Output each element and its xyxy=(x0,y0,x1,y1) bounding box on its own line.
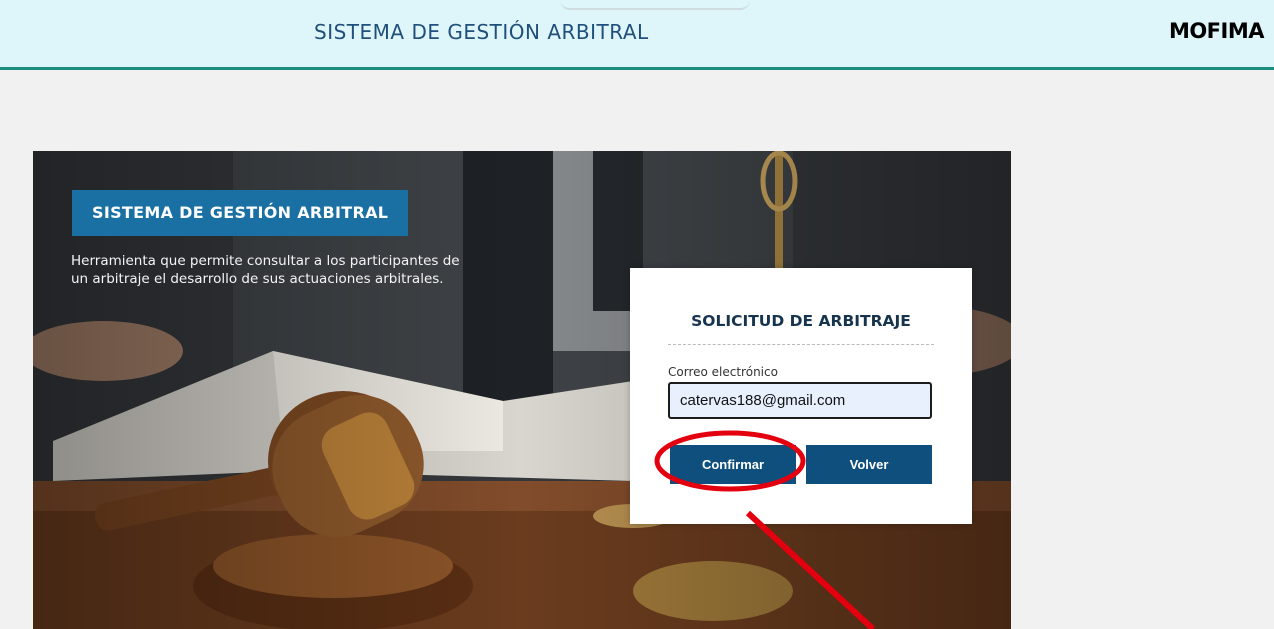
form-title: SOLICITUD DE ARBITRAJE xyxy=(691,312,911,330)
header-title: SISTEMA DE GESTIÓN ARBITRAL xyxy=(314,20,649,44)
arbitration-request-card: SOLICITUD DE ARBITRAJE Correo electrónic… xyxy=(630,268,972,524)
form-divider xyxy=(668,344,934,345)
confirm-button[interactable]: Confirmar xyxy=(670,445,796,484)
email-label: Correo electrónico xyxy=(668,365,778,379)
brand-logo-text[interactable]: MOFIMA xyxy=(1169,19,1265,43)
top-header-bar: SISTEMA DE GESTIÓN ARBITRAL MOFIMA xyxy=(0,0,1274,70)
hero-description: Herramienta que permite consultar a los … xyxy=(71,253,460,287)
email-field[interactable] xyxy=(668,382,932,419)
back-button[interactable]: Volver xyxy=(806,445,932,484)
hero-title-badge: SISTEMA DE GESTIÓN ARBITRAL xyxy=(72,190,409,236)
header-decoration xyxy=(560,0,750,10)
